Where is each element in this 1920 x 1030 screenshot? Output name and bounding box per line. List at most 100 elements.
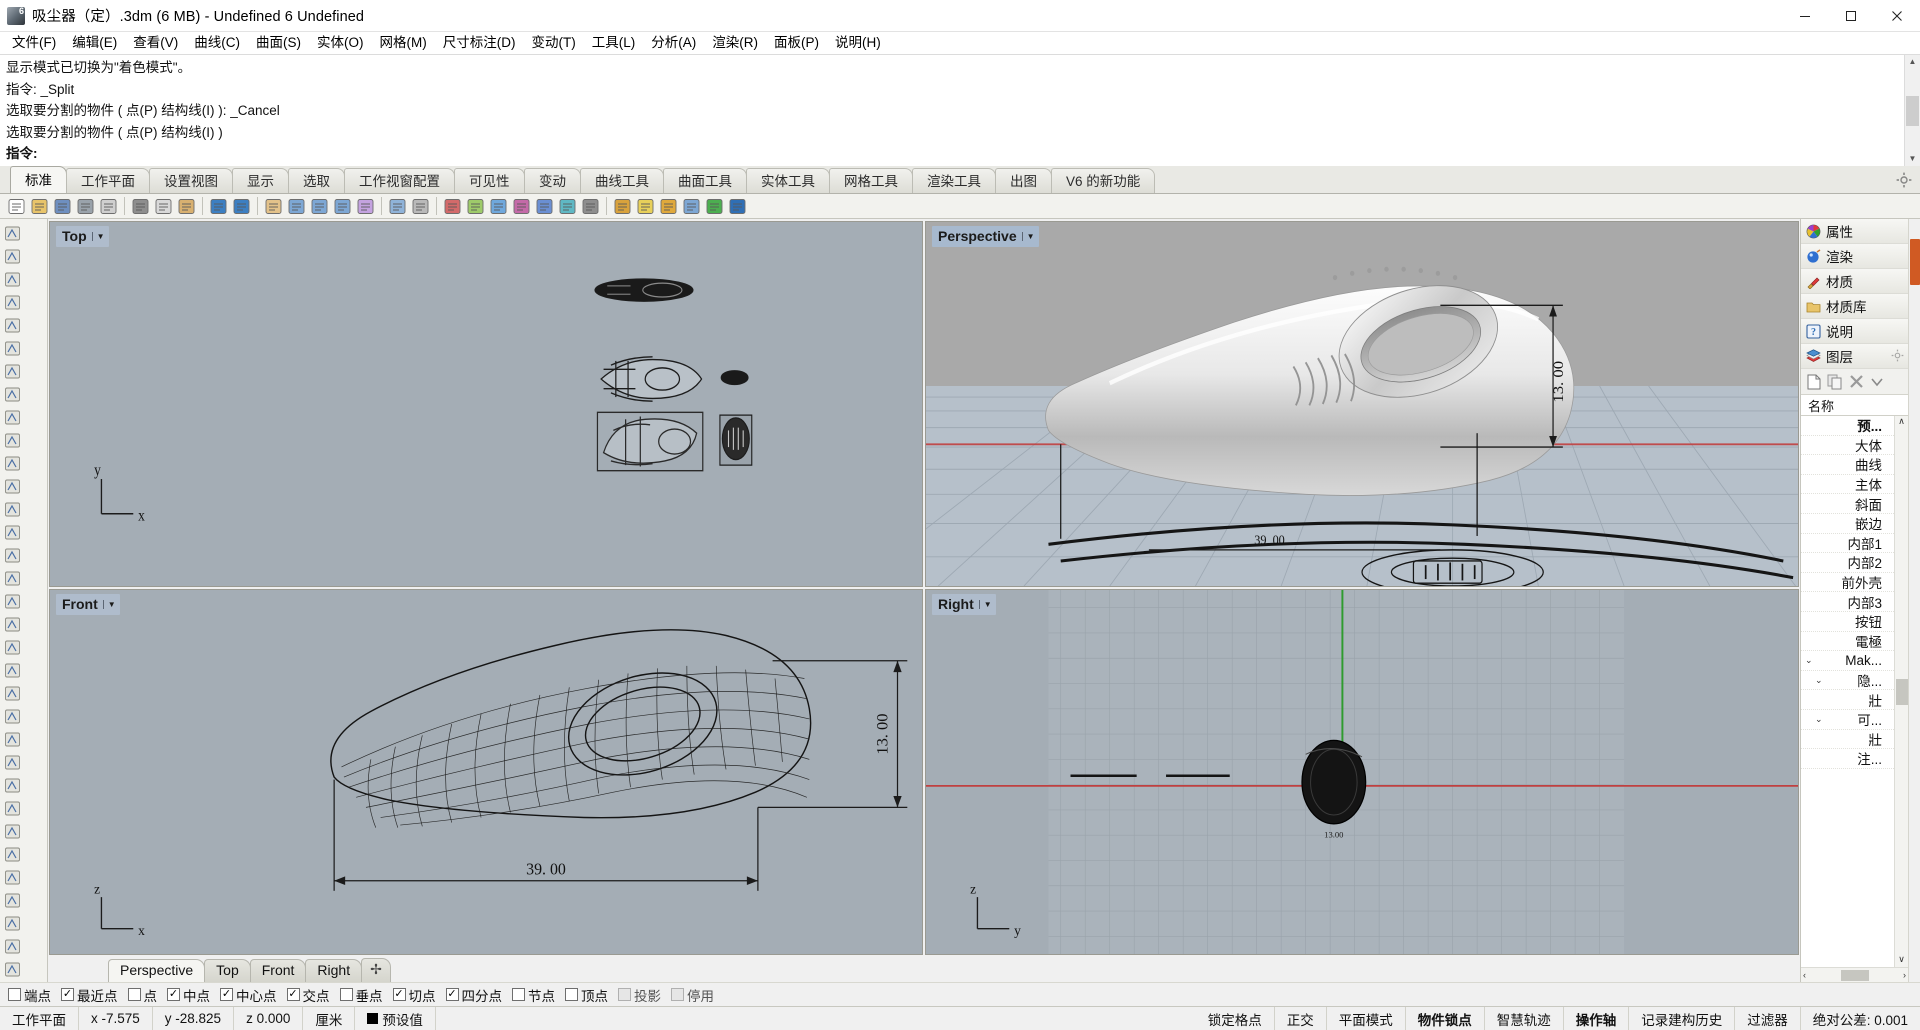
scroll-down-icon[interactable]: ∨: [1898, 954, 1905, 967]
rotate-view-icon[interactable]: [355, 196, 376, 217]
chamfer-icon[interactable]: [2, 752, 23, 773]
viewport-perspective[interactable]: Perspective ▼ 13. 00 39. 00: [925, 221, 1799, 587]
osnap-四分点[interactable]: ✓ 四分点: [445, 985, 502, 1005]
command-scrollbar[interactable]: ▲ ▼: [1904, 55, 1920, 166]
panel-tab-layers[interactable]: 图层: [1801, 344, 1908, 369]
chevron-down-icon[interactable]: ▼: [91, 231, 105, 241]
ghosted-icon[interactable]: [511, 196, 532, 217]
whatsthis-icon[interactable]: [727, 196, 748, 217]
zoom-window-icon[interactable]: [286, 196, 307, 217]
arctic-icon[interactable]: [580, 196, 601, 217]
render-icon[interactable]: [442, 196, 463, 217]
scroll-up-icon[interactable]: ∧: [1898, 416, 1905, 429]
osnap-中点[interactable]: ✓ 中点: [167, 985, 210, 1005]
checkbox[interactable]: [8, 988, 21, 1001]
shaded-icon[interactable]: [488, 196, 509, 217]
menu-help[interactable]: 说明(H): [827, 33, 889, 54]
menu-edit[interactable]: 编辑(E): [64, 33, 125, 54]
light-icon[interactable]: [635, 196, 656, 217]
layer-row[interactable]: 斜面: [1801, 494, 1894, 514]
render-preview-icon[interactable]: [465, 196, 486, 217]
circle-icon[interactable]: [2, 338, 23, 359]
menu-file[interactable]: 文件(F): [4, 33, 64, 54]
viewport-tab-top[interactable]: Top: [204, 959, 251, 982]
menu-tools[interactable]: 工具(L): [584, 33, 644, 54]
delete-layer-icon[interactable]: [1849, 374, 1864, 389]
arc-icon[interactable]: [2, 315, 23, 336]
osnap-顶点[interactable]: 顶点: [565, 985, 608, 1005]
layer-row[interactable]: 電極: [1801, 632, 1894, 652]
panel-tab-render[interactable]: 渲染: [1801, 244, 1908, 269]
checkbox[interactable]: ✓: [61, 988, 74, 1001]
workspace-scrollbar[interactable]: [1908, 219, 1920, 982]
osnap-停用[interactable]: 停用: [671, 985, 714, 1005]
checkbox[interactable]: [512, 988, 525, 1001]
boolean-union-icon[interactable]: [2, 683, 23, 704]
scale-icon[interactable]: [2, 913, 23, 934]
status-toggle-正交[interactable]: 正交: [1275, 1007, 1327, 1030]
status-units[interactable]: 厘米: [303, 1007, 356, 1030]
layer-row[interactable]: 内部2: [1801, 553, 1894, 573]
layer-row[interactable]: 预...: [1801, 416, 1894, 436]
boolean-difference-icon[interactable]: [2, 706, 23, 727]
menu-render[interactable]: 渲染(R): [704, 33, 766, 54]
print-preview-icon[interactable]: [98, 196, 119, 217]
viewport-front-label[interactable]: Front ▼: [56, 594, 120, 615]
toolbar-tab-曲面工具[interactable]: 曲面工具: [662, 168, 747, 193]
panel-tab-material-library[interactable]: 材质库: [1801, 294, 1908, 319]
checkbox[interactable]: ✓: [220, 988, 233, 1001]
polygon-icon[interactable]: [2, 453, 23, 474]
chevron-down-icon[interactable]: ▼: [978, 599, 992, 609]
panel-tab-material[interactable]: 材质: [1801, 269, 1908, 294]
menu-panels[interactable]: 面板(P): [766, 33, 827, 54]
osnap-最近点[interactable]: ✓ 最近点: [61, 985, 118, 1005]
status-toggle-记录建构历史[interactable]: 记录建构历史: [1629, 1007, 1736, 1030]
array-icon[interactable]: [2, 959, 23, 980]
scroll-down-icon[interactable]: ▼: [1909, 152, 1917, 166]
cut-icon[interactable]: [130, 196, 151, 217]
redo-icon[interactable]: [231, 196, 252, 217]
rotate-icon[interactable]: [2, 890, 23, 911]
chevron-down-icon[interactable]: ▼: [1021, 231, 1035, 241]
layer-row[interactable]: ⌄ 隐...: [1801, 671, 1894, 691]
osnap-交点[interactable]: ✓ 交点: [286, 985, 330, 1005]
chevron-down-icon[interactable]: ▼: [102, 599, 116, 609]
zoom-selected-icon[interactable]: [332, 196, 353, 217]
cylinder-icon[interactable]: [2, 637, 23, 658]
osnap-端点[interactable]: 端点: [8, 985, 51, 1005]
link-icon[interactable]: [681, 196, 702, 217]
layer-row[interactable]: 内部1: [1801, 534, 1894, 554]
layer-list-scrollbar[interactable]: ∧ ∨: [1894, 416, 1908, 967]
checkbox[interactable]: [565, 988, 578, 1001]
layer-list-hscrollbar[interactable]: ‹ ›: [1801, 967, 1908, 982]
toolbar-tab-变动[interactable]: 变动: [523, 168, 581, 193]
toolbar-tab-设置视图[interactable]: 设置视图: [148, 168, 234, 193]
viewport-perspective-label[interactable]: Perspective ▼: [932, 226, 1039, 247]
cone-icon[interactable]: [2, 660, 23, 681]
chevron-down-icon[interactable]: ⌄: [1805, 655, 1813, 666]
checkbox[interactable]: [339, 988, 353, 1001]
status-toggle-平面模式[interactable]: 平面模式: [1327, 1007, 1406, 1030]
layout-icon[interactable]: [387, 196, 408, 217]
scrollbar-thumb[interactable]: [1895, 679, 1908, 705]
checkbox[interactable]: [671, 988, 684, 1001]
menu-surface[interactable]: 曲面(S): [248, 33, 309, 54]
viewport-tab-right[interactable]: Right: [305, 959, 363, 982]
surface-revolve-icon[interactable]: [2, 568, 23, 589]
viewport-tab-perspective[interactable]: Perspective: [108, 959, 206, 982]
freeform-curve-icon[interactable]: [2, 430, 23, 451]
menu-view[interactable]: 查看(V): [125, 33, 186, 54]
rectangle-icon[interactable]: [2, 384, 23, 405]
copy-icon[interactable]: [153, 196, 174, 217]
toolbar-tab-显示[interactable]: 显示: [231, 168, 290, 193]
toolbar-tab-标准[interactable]: 标准: [9, 166, 68, 193]
toolbar-tab-网格工具[interactable]: 网格工具: [828, 168, 913, 193]
surface-plane-icon[interactable]: [2, 499, 23, 520]
open-file-icon[interactable]: [29, 196, 50, 217]
osnap-中心点[interactable]: ✓ 中心点: [220, 985, 277, 1005]
grid-icon[interactable]: [410, 196, 431, 217]
polyline-icon[interactable]: [2, 292, 23, 313]
line-icon[interactable]: [2, 269, 23, 290]
add-viewport-tab-icon[interactable]: ✢: [361, 958, 391, 982]
viewport-top-label[interactable]: Top ▼: [56, 226, 109, 247]
